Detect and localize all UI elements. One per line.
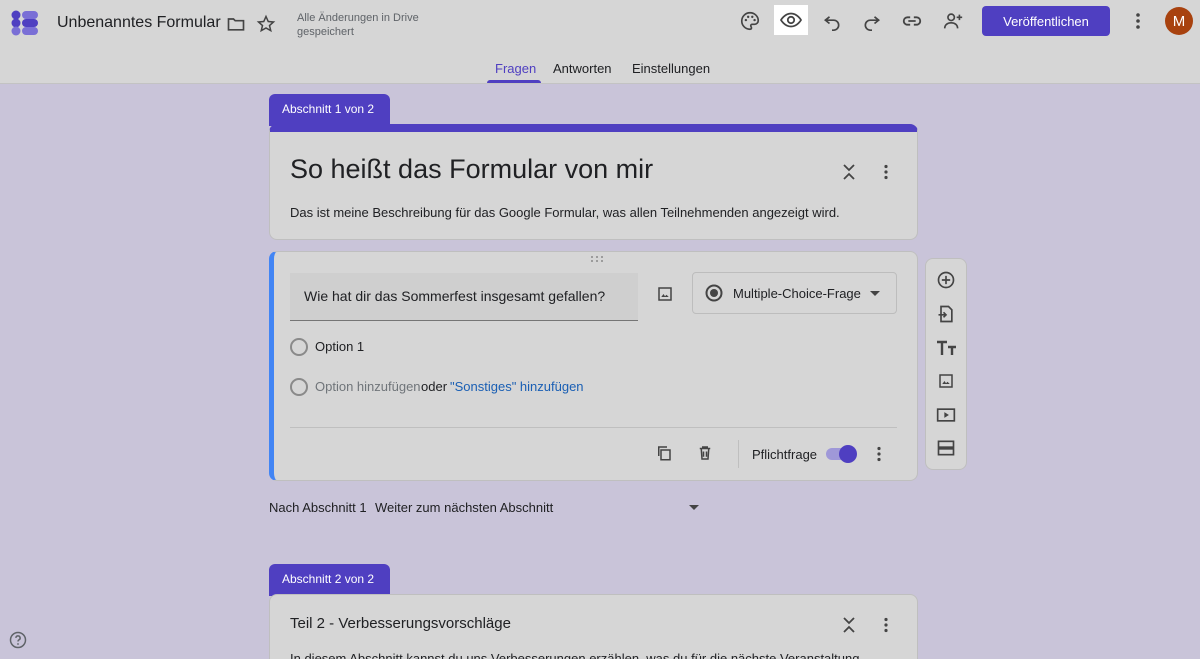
more-vert-icon[interactable] [1123,8,1153,34]
form-name[interactable]: Unbenanntes Formular [57,14,221,32]
duplicate-icon[interactable] [654,443,674,463]
section-2-title[interactable]: Teil 2 - Verbesserungsvorschläge [290,615,511,632]
more-vert-icon[interactable] [878,162,894,182]
avatar[interactable]: M [1165,7,1193,35]
add-question-icon[interactable] [936,270,956,290]
redo-icon[interactable] [857,8,887,34]
add-collaborator-icon[interactable] [938,8,968,34]
vertical-divider [738,440,739,468]
add-section-icon[interactable] [936,438,956,458]
question-card[interactable]: Wie hat dir das Sommerfest insgesamt gef… [269,251,918,481]
section-2-card[interactable]: Teil 2 - Verbesserungsvorschläge In dies… [269,594,918,659]
more-vert-icon[interactable] [878,615,894,635]
folder-icon[interactable] [226,14,246,34]
add-video-icon[interactable] [936,405,956,425]
add-image-icon[interactable] [936,371,956,391]
section-2-label: Abschnitt 2 von 2 [269,564,390,596]
link-icon[interactable] [897,8,927,34]
option-1-label[interactable]: Option 1 [315,339,364,354]
drag-handle-icon[interactable] [590,255,604,266]
section-1-label: Abschnitt 1 von 2 [269,94,390,126]
question-type-select[interactable]: Multiple-Choice-Frage [692,272,897,314]
form-header-card[interactable]: So heißt das Formular von mir Das ist me… [269,124,918,240]
collapse-icon[interactable] [839,162,859,182]
add-title-text-icon[interactable] [936,338,958,358]
publish-button[interactable]: Veröffentlichen [982,6,1110,36]
required-label: Pflichtfrage [752,447,818,462]
dropdown-arrow-icon [869,288,881,300]
active-tab-indicator [487,80,541,83]
forms-logo-icon[interactable] [10,9,40,37]
required-toggle-knob[interactable] [839,445,857,463]
add-option-link[interactable]: Option hinzufügen [315,379,421,394]
divider [290,427,897,428]
question-type-label: Multiple-Choice-Frage [733,286,861,301]
preview-eye-icon[interactable] [774,5,808,35]
more-vert-icon[interactable] [871,444,887,464]
save-status: Alle Änderungen in Drive gespeichert [297,12,419,38]
palette-icon[interactable] [735,8,765,34]
collapse-icon[interactable] [839,615,859,635]
floating-toolbar [925,258,967,470]
star-icon[interactable] [256,14,276,34]
form-title[interactable]: So heißt das Formular von mir [290,154,653,185]
after-section-select[interactable]: Weiter zum nächsten Abschnitt [375,500,553,515]
import-questions-icon[interactable] [936,304,956,324]
add-other-link[interactable]: "Sonstiges" hinzufügen [450,379,584,394]
undo-icon[interactable] [817,8,847,34]
top-bar: Unbenanntes Formular Alle Änderungen in … [0,0,1200,84]
question-text-input[interactable]: Wie hat dir das Sommerfest insgesamt gef… [290,273,638,321]
or-text: oder [421,379,448,394]
form-description[interactable]: Das ist meine Beschreibung für das Googl… [290,205,840,220]
dropdown-arrow-icon[interactable] [688,503,700,513]
add-option-radio [290,378,308,396]
after-section-label: Nach Abschnitt 1 [269,500,367,515]
add-image-icon[interactable] [655,284,675,304]
help-icon[interactable] [9,631,27,649]
option-radio [290,338,308,356]
tab-settings[interactable]: Einstellungen [632,61,710,76]
radio-button-icon [705,284,723,302]
tab-bar: Fragen Antworten Einstellungen [0,56,1200,84]
tab-questions[interactable]: Fragen [495,61,536,76]
section-2-description[interactable]: In diesem Abschnitt kannst du uns Verbes… [290,651,870,659]
delete-icon[interactable] [695,443,715,463]
tab-responses[interactable]: Antworten [553,61,612,76]
